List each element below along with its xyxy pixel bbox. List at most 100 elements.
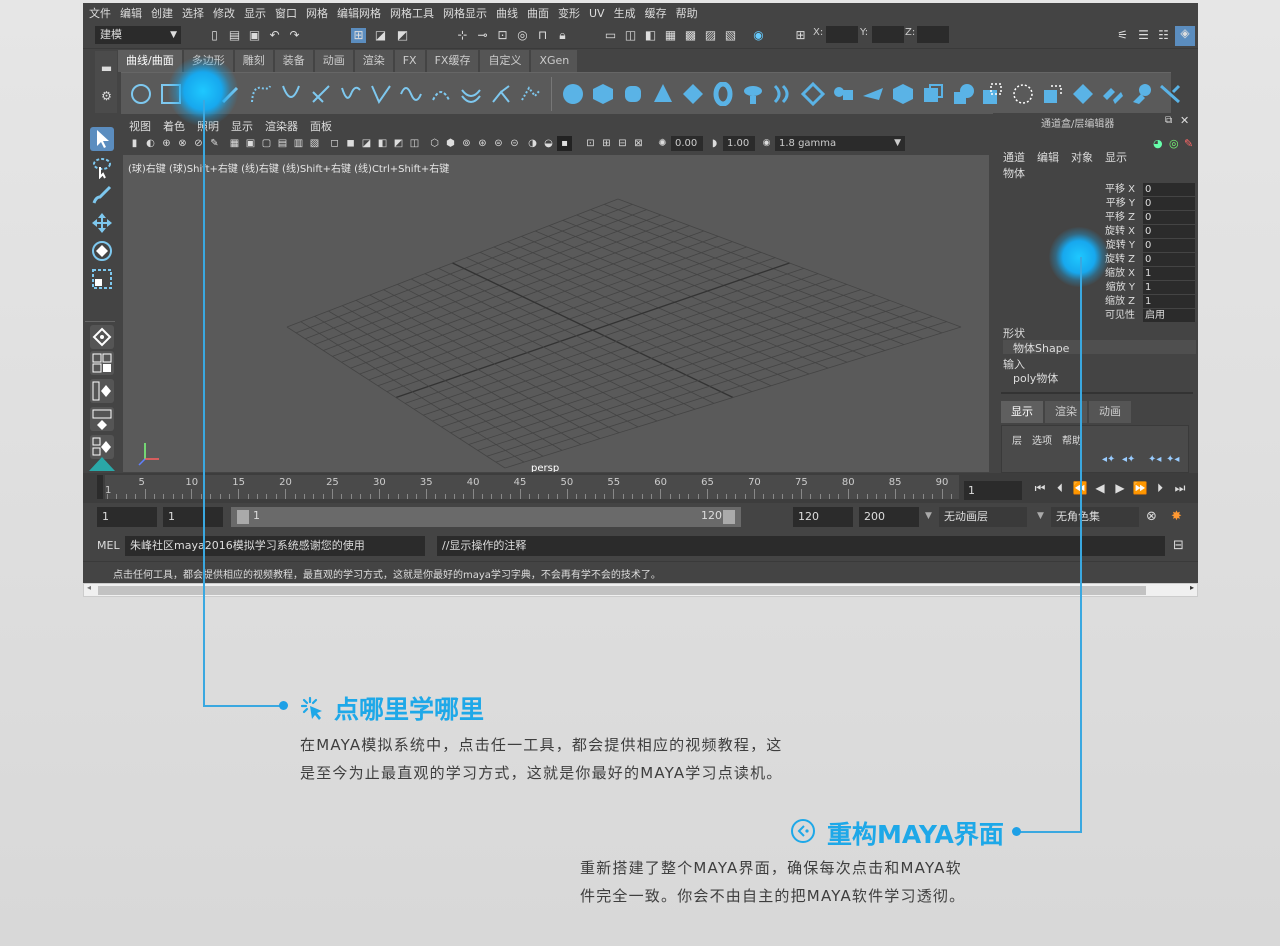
- move-layer-down-icon[interactable]: ◂✦: [1122, 454, 1135, 465]
- extend-curve-icon[interactable]: [519, 82, 543, 106]
- save-scene-icon[interactable]: ▣: [247, 28, 262, 43]
- menu-select[interactable]: 选择: [182, 5, 204, 21]
- timeline-handle[interactable]: [97, 475, 103, 499]
- film-gate-icon[interactable]: ▣: [243, 136, 258, 151]
- surface-edit-icon[interactable]: [1131, 82, 1155, 106]
- single-view-layout[interactable]: [90, 325, 114, 349]
- tab-rendering[interactable]: 渲染: [354, 50, 393, 72]
- script-lang-label[interactable]: MEL: [97, 539, 120, 552]
- attr-row[interactable]: 缩放 X 1: [1093, 267, 1195, 281]
- attr-row[interactable]: 可见性 启用: [1093, 309, 1195, 323]
- fillet-curve-icon[interactable]: [489, 82, 513, 106]
- smooth-shade-icon[interactable]: ◼: [343, 136, 358, 151]
- gamma-field[interactable]: 1.00: [723, 136, 755, 151]
- play-backward-icon[interactable]: ◀: [1090, 481, 1110, 496]
- menu-mesh-tools[interactable]: 网格工具: [390, 5, 434, 21]
- open-scene-icon[interactable]: ▤: [227, 28, 242, 43]
- new-layer-icon[interactable]: ✦◂: [1148, 454, 1161, 465]
- safe-action-icon[interactable]: ▧: [307, 136, 322, 151]
- ambient-occlusion-icon[interactable]: ⊛: [475, 136, 490, 151]
- cb-splitter[interactable]: [1001, 392, 1193, 394]
- tab-fx-caching[interactable]: FX缓存: [426, 50, 479, 72]
- channel-box-icon[interactable]: ◈: [1175, 26, 1195, 46]
- tab-curves-surfaces[interactable]: 曲线/曲面: [118, 50, 182, 72]
- scale-tool[interactable]: [90, 267, 114, 291]
- attr-row[interactable]: 平移 Z 0: [1093, 211, 1195, 225]
- snap-grid-icon[interactable]: ⊹: [455, 28, 470, 43]
- vp-menu-renderer[interactable]: 渲染器: [265, 118, 298, 134]
- menu-generate[interactable]: 生成: [614, 5, 636, 21]
- tab-xgen[interactable]: XGen: [531, 50, 578, 72]
- render-settings-icon[interactable]: ▨: [703, 28, 718, 43]
- menu-surfaces[interactable]: 曲面: [527, 5, 549, 21]
- anim-layer-select[interactable]: 无动画层: [939, 507, 1027, 527]
- motion-blur-icon[interactable]: ⊜: [491, 136, 506, 151]
- redo-icon[interactable]: ↷: [287, 28, 302, 43]
- history-icon[interactable]: ◫: [623, 28, 638, 43]
- range-bar-slider[interactable]: 1 120: [231, 507, 741, 527]
- coord-z-field[interactable]: [917, 26, 949, 43]
- offset-curve-icon[interactable]: [459, 82, 483, 106]
- persp-outliner-layout[interactable]: [90, 379, 114, 403]
- menu-help[interactable]: 帮助: [676, 5, 698, 21]
- field-chart-icon[interactable]: ▥: [291, 136, 306, 151]
- select-tool[interactable]: [90, 127, 114, 151]
- revolve-icon[interactable]: [741, 82, 765, 106]
- range-end-handle[interactable]: [723, 510, 735, 524]
- move-layer-up-icon[interactable]: ◂✦: [1102, 454, 1115, 465]
- scrollbar-thumb[interactable]: [98, 586, 1146, 595]
- image-plane-icon[interactable]: ⊗: [175, 136, 190, 151]
- frame-selected-icon[interactable]: ⊟: [615, 136, 630, 151]
- vp-menu-panels[interactable]: 面板: [310, 118, 332, 134]
- menu-mesh[interactable]: 网格: [306, 5, 328, 21]
- input-ops-icon[interactable]: ▭: [603, 28, 618, 43]
- four-view-layout[interactable]: [90, 351, 114, 375]
- render-view-icon[interactable]: ◧: [643, 28, 658, 43]
- horizontal-scrollbar[interactable]: ◂ ▸: [83, 583, 1198, 597]
- paint-select-tool[interactable]: [90, 183, 114, 207]
- step-forward-key-icon[interactable]: ⏩: [1130, 481, 1150, 496]
- cv-curve-icon[interactable]: [249, 82, 273, 106]
- exposure-field[interactable]: 0.00: [671, 136, 703, 151]
- view-transform-select[interactable]: 1.8 gamma ▼: [775, 136, 905, 151]
- tab-custom[interactable]: 自定义: [480, 50, 530, 72]
- anim-end-field[interactable]: 120: [793, 507, 853, 527]
- select-camera-icon[interactable]: ⊡: [583, 136, 598, 151]
- exposure-icon[interactable]: ⊠: [631, 136, 646, 151]
- layer-menu-options[interactable]: 选项: [1032, 432, 1052, 447]
- render-globe-icon[interactable]: ◉: [751, 28, 766, 43]
- magnet-icon[interactable]: ⊓: [535, 28, 550, 43]
- layer-menu-layers[interactable]: 层: [1012, 432, 1022, 447]
- persp-graph-layout[interactable]: [90, 407, 114, 431]
- square-surface-icon[interactable]: [951, 82, 975, 106]
- bezier-curve-icon[interactable]: [279, 82, 303, 106]
- current-frame-field[interactable]: 1: [964, 481, 1022, 500]
- attr-value[interactable]: 1: [1143, 295, 1195, 308]
- attr-value[interactable]: 0: [1143, 183, 1195, 196]
- script-editor-icon[interactable]: ⊟: [1173, 538, 1184, 553]
- menu-mesh-display[interactable]: 网格显示: [443, 5, 487, 21]
- close-icon[interactable]: ✕: [1180, 114, 1189, 127]
- nurbs-torus-icon[interactable]: [711, 82, 735, 106]
- depth-of-field-icon[interactable]: ◑: [525, 136, 540, 151]
- go-to-end-icon[interactable]: ⏭: [1170, 481, 1190, 496]
- wireframe-icon[interactable]: ◻: [327, 136, 342, 151]
- nurbs-circle-icon[interactable]: [129, 82, 153, 106]
- tab-animation[interactable]: 动画: [314, 50, 353, 72]
- sine-curve-icon[interactable]: [399, 82, 423, 106]
- bevel-icon[interactable]: [891, 82, 915, 106]
- view-transform-icon[interactable]: ◉: [759, 136, 774, 151]
- grease-pencil-icon[interactable]: ✎: [207, 136, 222, 151]
- attr-value[interactable]: 启用: [1143, 309, 1195, 322]
- scene-start-field[interactable]: 1: [97, 507, 157, 527]
- chevron-down-icon[interactable]: ▼: [925, 511, 932, 521]
- color-manage-icon[interactable]: ▪: [557, 136, 572, 151]
- attr-value[interactable]: 0: [1143, 253, 1195, 266]
- attr-value[interactable]: 0: [1143, 225, 1195, 238]
- extrude-icon[interactable]: [831, 82, 855, 106]
- shelf-extra-icon[interactable]: [1159, 82, 1183, 106]
- rotate-tool[interactable]: [90, 239, 114, 263]
- nurbs-cone-icon[interactable]: [651, 82, 675, 106]
- anti-alias-icon[interactable]: ⊝: [507, 136, 522, 151]
- attach-curve-icon[interactable]: [339, 82, 363, 106]
